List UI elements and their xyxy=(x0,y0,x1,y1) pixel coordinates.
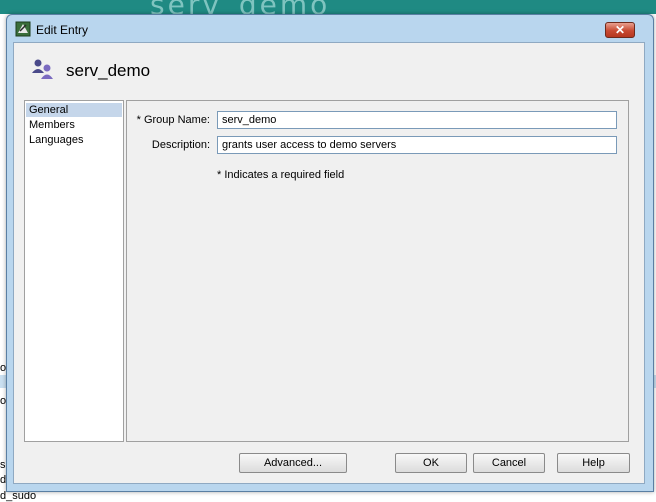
group-name-label: * Group Name: xyxy=(136,114,210,126)
dialog-content: serv_demo General Members Languages * Gr… xyxy=(13,42,645,484)
close-button[interactable]: ✕ xyxy=(605,22,635,38)
edit-entry-dialog: Edit Entry ✕ serv_demo General Members L… xyxy=(6,14,654,492)
group-icon xyxy=(32,59,53,79)
background-fragment: s xyxy=(0,459,6,471)
title-bar[interactable]: Edit Entry ✕ xyxy=(7,15,653,41)
ok-button[interactable]: OK xyxy=(395,453,467,473)
help-button[interactable]: Help xyxy=(557,453,630,473)
general-panel: * Group Name: Description: * Indicates a… xyxy=(126,100,629,442)
app-icon xyxy=(15,21,31,37)
nav-item-members[interactable]: Members xyxy=(26,118,122,132)
background-app-header: serv_demo xyxy=(0,0,656,14)
description-input[interactable] xyxy=(217,136,617,154)
section-nav-list: General Members Languages xyxy=(24,100,124,442)
description-label: Description: xyxy=(151,139,210,151)
advanced-button[interactable]: Advanced... xyxy=(239,453,347,473)
nav-item-general[interactable]: General xyxy=(26,103,122,117)
background-header-text: serv_demo xyxy=(150,0,330,14)
required-field-note: * Indicates a required field xyxy=(217,169,345,181)
nav-item-languages[interactable]: Languages xyxy=(26,133,122,147)
page-title: serv_demo xyxy=(66,61,151,80)
close-icon: ✕ xyxy=(614,23,626,37)
window-title: Edit Entry xyxy=(36,23,89,37)
cancel-button[interactable]: Cancel xyxy=(473,453,545,473)
group-name-input[interactable] xyxy=(217,111,617,129)
